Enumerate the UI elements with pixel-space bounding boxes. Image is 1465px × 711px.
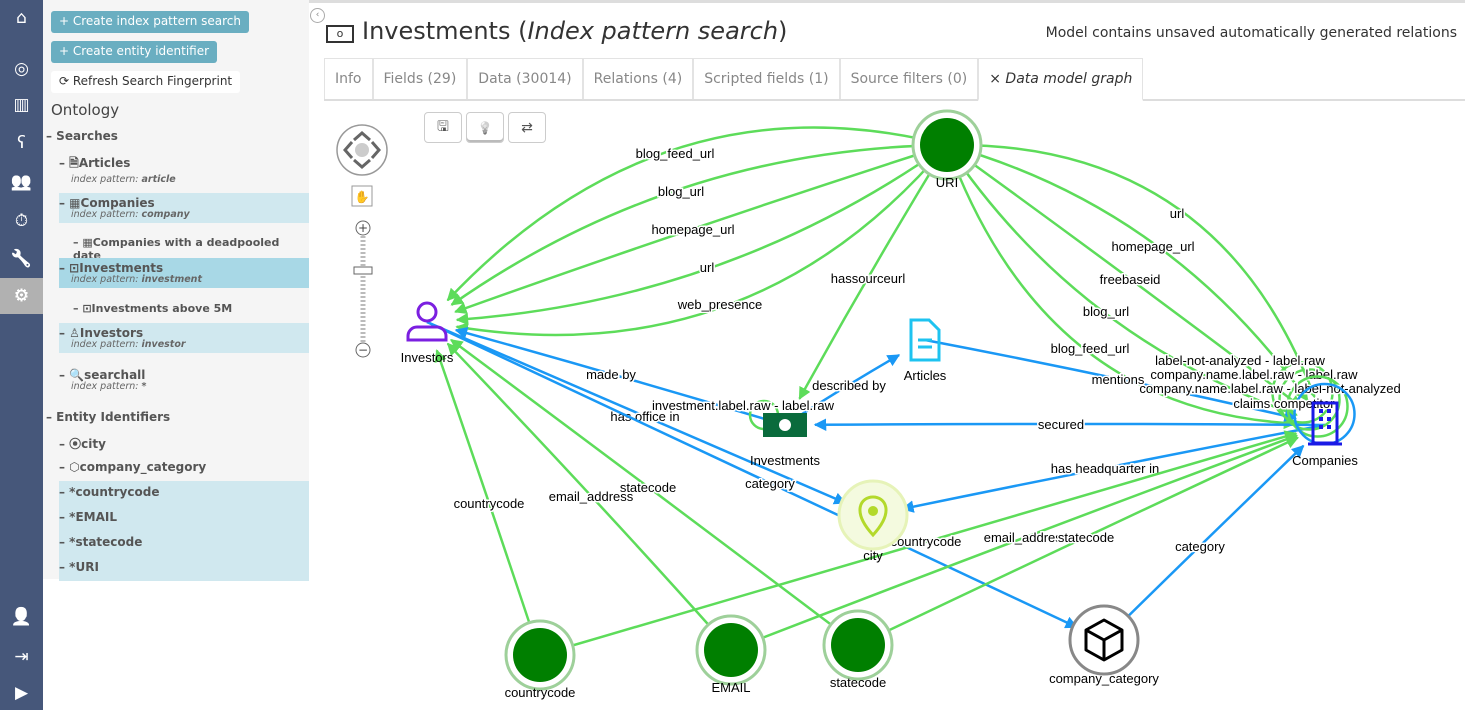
edge-label: secured [1038, 417, 1084, 432]
node-circle [704, 623, 758, 677]
graph-node-countrycode[interactable]: countrycode [504, 619, 576, 700]
node-circle [920, 118, 974, 172]
node-label: Investors [401, 350, 454, 365]
money-icon [763, 413, 807, 437]
edge-label: category [1175, 539, 1225, 554]
edge-label: web_presence [677, 297, 763, 312]
edge-label: hassourceurl [831, 271, 906, 286]
edge-label: has headquarter in [1051, 461, 1159, 476]
graph-edge[interactable]: homepage_url [454, 143, 948, 314]
node-label: EMAIL [711, 680, 750, 695]
edge-label: freebaseid [1100, 272, 1161, 287]
edge-label: blog_url [1083, 304, 1129, 319]
graph-node-investments[interactable]: Investments [750, 413, 821, 468]
svg-text:✋: ✋ [355, 190, 370, 204]
edge-label: described by [812, 378, 886, 393]
edge-label: homepage_url [1111, 239, 1194, 254]
edge-label: homepage_url [651, 222, 734, 237]
nav-pad[interactable] [336, 124, 388, 176]
zoom-slider[interactable]: + − [353, 220, 373, 358]
edge-label: label-not-analyzed - label.raw [1155, 353, 1325, 368]
edge-label: url [700, 260, 715, 275]
node-circle [831, 618, 885, 672]
edge-label: countrycode [454, 496, 525, 511]
graph-edge[interactable]: web_presence [455, 144, 948, 337]
graph-edge[interactable]: has headquarter in [901, 423, 1326, 513]
node-label: URI [936, 175, 958, 190]
node-label: company_category [1049, 671, 1159, 686]
edge-label: url [1170, 206, 1185, 221]
node-label: Investments [750, 453, 821, 468]
pan-hand-button[interactable]: ✋ [351, 185, 373, 207]
edge-label: mentions [1092, 372, 1145, 387]
edge-label: blog_url [658, 184, 704, 199]
pin-dot [868, 506, 878, 516]
node-circle [513, 628, 567, 682]
edge-label: made by [586, 367, 636, 382]
node-label: city [863, 548, 883, 563]
graph-node-investors[interactable]: Investors [401, 301, 454, 365]
node-label: countrycode [505, 685, 576, 700]
edge-line [426, 320, 1078, 629]
svg-text:−: − [358, 343, 368, 357]
node-label: Articles [904, 368, 947, 383]
node-label: statecode [830, 675, 886, 690]
edge-label: email_address [984, 530, 1069, 545]
edge-label: blog_feed_url [1051, 341, 1130, 356]
edge-label: statecode [1058, 530, 1114, 545]
graph-node-email[interactable]: EMAIL [695, 614, 767, 695]
data-model-graph[interactable]: ✋ + − blog_feed_urlblog_urlhomepage_urlu… [0, 0, 1465, 710]
graph-node-company_category[interactable]: company_category [1049, 604, 1159, 686]
edge-label: investment.label.raw - label.raw [652, 398, 835, 413]
graph-node-statecode[interactable]: statecode [822, 609, 894, 690]
user-icon [406, 301, 448, 342]
graph-node-articles[interactable]: Articles [904, 318, 947, 383]
edge-label: company.name.label.raw - label.raw [1150, 367, 1358, 382]
node-label: Companies [1292, 453, 1358, 468]
edge-label: company.name.label.raw - label-not-analy… [1139, 381, 1400, 396]
graph-edge[interactable]: category [426, 320, 1078, 629]
svg-text:+: + [358, 221, 368, 235]
edge-label: statecode [620, 480, 676, 495]
edge-label: category [745, 476, 795, 491]
edge-label: blog_feed_url [636, 146, 715, 161]
document-icon [909, 318, 941, 362]
